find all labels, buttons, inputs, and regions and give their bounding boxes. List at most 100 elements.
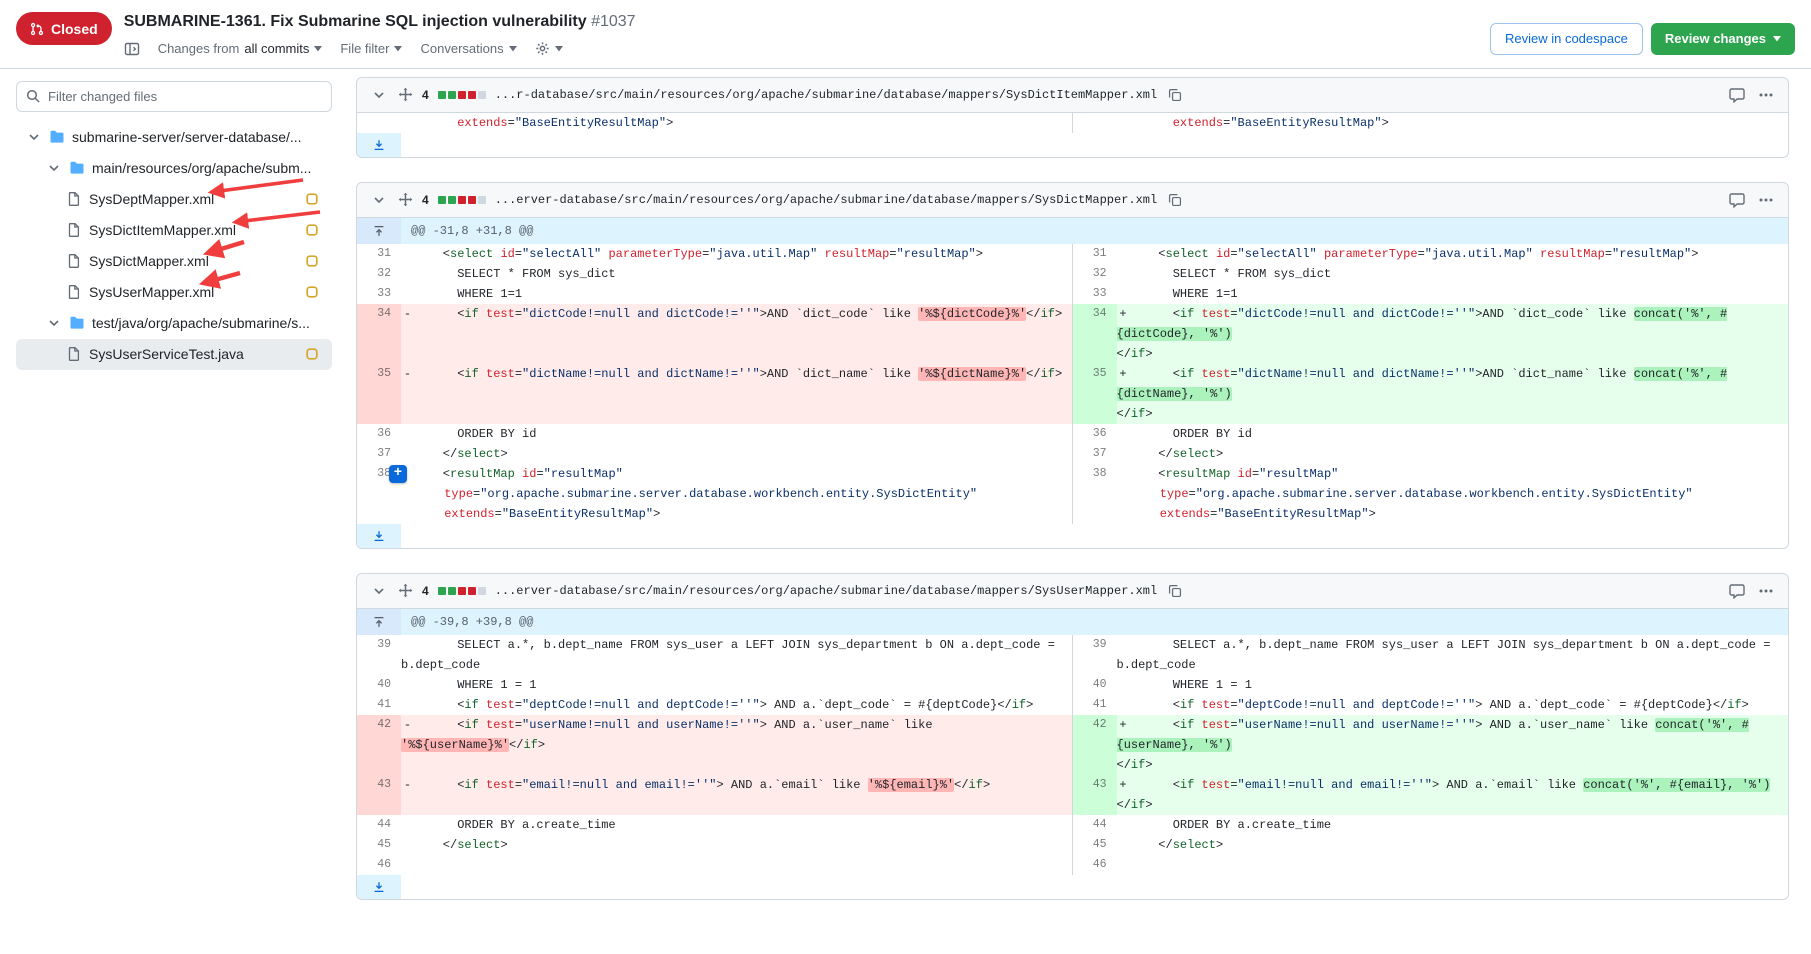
drag-handle-icon[interactable] <box>398 87 413 102</box>
conversations-dropdown[interactable]: Conversations <box>412 37 524 60</box>
line-number[interactable]: 38 <box>1073 464 1117 524</box>
code-line: <if test="deptCode!=null and deptCode!='… <box>401 695 1073 715</box>
diff-options-gear-button[interactable] <box>527 37 571 60</box>
comment-button[interactable] <box>1727 85 1747 105</box>
file-tree-sidebar: submarine-server/server-database/... main… <box>0 69 350 390</box>
diffstat-squares <box>438 587 486 595</box>
file-filter-dropdown[interactable]: File filter <box>332 37 410 60</box>
diff-file-header: 4 ...r-database/src/main/resources/org/a… <box>357 78 1788 113</box>
line-number[interactable]: 41 <box>357 695 401 715</box>
line-number[interactable] <box>1073 113 1117 133</box>
file-filter-label: File filter <box>340 41 389 56</box>
expand-up-button[interactable] <box>357 218 401 244</box>
line-number[interactable]: 34 <box>357 304 401 364</box>
line-number[interactable]: 46 <box>357 855 401 875</box>
code-line: SELECT * FROM sys_dict <box>401 264 1073 284</box>
comment-button[interactable] <box>1727 190 1747 210</box>
tree-folder-row[interactable]: main/resources/org/apache/subm... <box>16 153 332 184</box>
folder-icon <box>49 129 65 145</box>
kebab-menu-button[interactable] <box>1756 190 1776 210</box>
expand-bar <box>357 133 1788 157</box>
tree-item-label: main/resources/org/apache/subm... <box>92 160 311 176</box>
review-in-codespace-button[interactable]: Review in codespace <box>1490 23 1643 55</box>
comment-button[interactable] <box>1727 581 1747 601</box>
code-line: ORDER BY id <box>1117 424 1789 444</box>
drag-handle-icon[interactable] <box>398 583 413 598</box>
line-number[interactable]: 39 <box>1073 635 1117 675</box>
code-line: <select id="selectAll" parameterType="ja… <box>1117 244 1789 264</box>
expand-down-button[interactable] <box>357 133 401 157</box>
tree-folder-row[interactable]: test/java/org/apache/submarine/s... <box>16 308 332 339</box>
modified-status-icon <box>306 348 318 360</box>
code-line: WHERE 1=1 <box>401 284 1073 304</box>
expand-down-button[interactable] <box>357 875 401 899</box>
line-number[interactable]: 45 <box>357 835 401 855</box>
caret-down-icon <box>314 46 322 52</box>
commits-dropdown[interactable]: Changes from all commits <box>150 37 331 60</box>
changed-lines-count: 4 <box>422 88 429 102</box>
code-line: SELECT a.*, b.dept_name FROM sys_user a … <box>1117 635 1789 675</box>
file-tree-toggle-button[interactable] <box>116 37 148 61</box>
tree-file-row[interactable]: SysDictItemMapper.xml <box>16 215 332 246</box>
line-number[interactable]: 32 <box>357 264 401 284</box>
collapse-file-button[interactable] <box>369 85 389 105</box>
tree-folder-row[interactable]: submarine-server/server-database/... <box>16 122 332 153</box>
collapse-file-button[interactable] <box>369 581 389 601</box>
line-number[interactable]: 43 <box>357 775 401 815</box>
pr-title-row: SUBMARINE-1361. Fix Submarine SQL inject… <box>124 11 1478 33</box>
tree-file-row[interactable]: SysUserMapper.xml <box>16 277 332 308</box>
line-number[interactable]: 36 <box>1073 424 1117 444</box>
line-number[interactable]: 32 <box>1073 264 1117 284</box>
line-number[interactable] <box>357 113 401 133</box>
expand-up-button[interactable] <box>357 609 401 635</box>
line-number[interactable]: 31 <box>1073 244 1117 264</box>
tree-file-row[interactable]: SysDeptMapper.xml <box>16 184 332 215</box>
kebab-menu-button[interactable] <box>1756 85 1776 105</box>
file-tree: submarine-server/server-database/... main… <box>16 122 332 370</box>
tree-file-row[interactable]: SysDictMapper.xml <box>16 246 332 277</box>
line-number[interactable]: 43 <box>1073 775 1117 815</box>
code-line: WHERE 1 = 1 <box>401 675 1073 695</box>
kebab-menu-button[interactable] <box>1756 581 1776 601</box>
line-number[interactable]: 34 <box>1073 304 1117 364</box>
line-number[interactable]: 33 <box>1073 284 1117 304</box>
line-number[interactable]: 45 <box>1073 835 1117 855</box>
line-number[interactable]: 44 <box>357 815 401 835</box>
caret-down-icon <box>394 46 402 52</box>
code-line: - <if test="email!=null and email!=''"> … <box>401 775 1073 815</box>
line-number[interactable]: 44 <box>1073 815 1117 835</box>
gear-icon <box>535 41 550 56</box>
line-number[interactable]: 40 <box>357 675 401 695</box>
collapse-file-button[interactable] <box>369 190 389 210</box>
copy-path-button[interactable] <box>1166 191 1184 209</box>
line-number[interactable]: 35 <box>357 364 401 424</box>
tree-file-row[interactable]: SysUserServiceTest.java <box>16 339 332 370</box>
file-icon <box>66 346 82 362</box>
line-number[interactable]: 33 <box>357 284 401 304</box>
line-number[interactable]: 39 <box>357 635 401 675</box>
line-number[interactable]: 42 <box>357 715 401 775</box>
line-number[interactable]: 37 <box>1073 444 1117 464</box>
copy-path-button[interactable] <box>1166 86 1184 104</box>
add-comment-button[interactable]: + <box>389 465 407 483</box>
diffstat-squares <box>438 91 486 99</box>
expand-down-button[interactable] <box>357 524 401 548</box>
code-line: + <if test="userName!=null and userName!… <box>1117 715 1789 775</box>
code-line: ORDER BY id <box>401 424 1073 444</box>
folder-icon <box>69 315 85 331</box>
line-number[interactable]: 37 <box>357 444 401 464</box>
line-number[interactable]: 35 <box>1073 364 1117 424</box>
line-number[interactable]: 42 <box>1073 715 1117 775</box>
copy-path-button[interactable] <box>1166 582 1184 600</box>
line-number[interactable]: 41 <box>1073 695 1117 715</box>
line-number[interactable]: 36 <box>357 424 401 444</box>
file-icon <box>66 191 82 207</box>
drag-handle-icon[interactable] <box>398 192 413 207</box>
line-number[interactable]: 40 <box>1073 675 1117 695</box>
pull-request-icon <box>30 22 44 36</box>
review-changes-button[interactable]: Review changes <box>1651 23 1795 55</box>
tree-item-label: submarine-server/server-database/... <box>72 129 302 145</box>
line-number[interactable]: 31 <box>357 244 401 264</box>
line-number[interactable]: 46 <box>1073 855 1117 875</box>
file-filter-input[interactable] <box>16 81 332 112</box>
